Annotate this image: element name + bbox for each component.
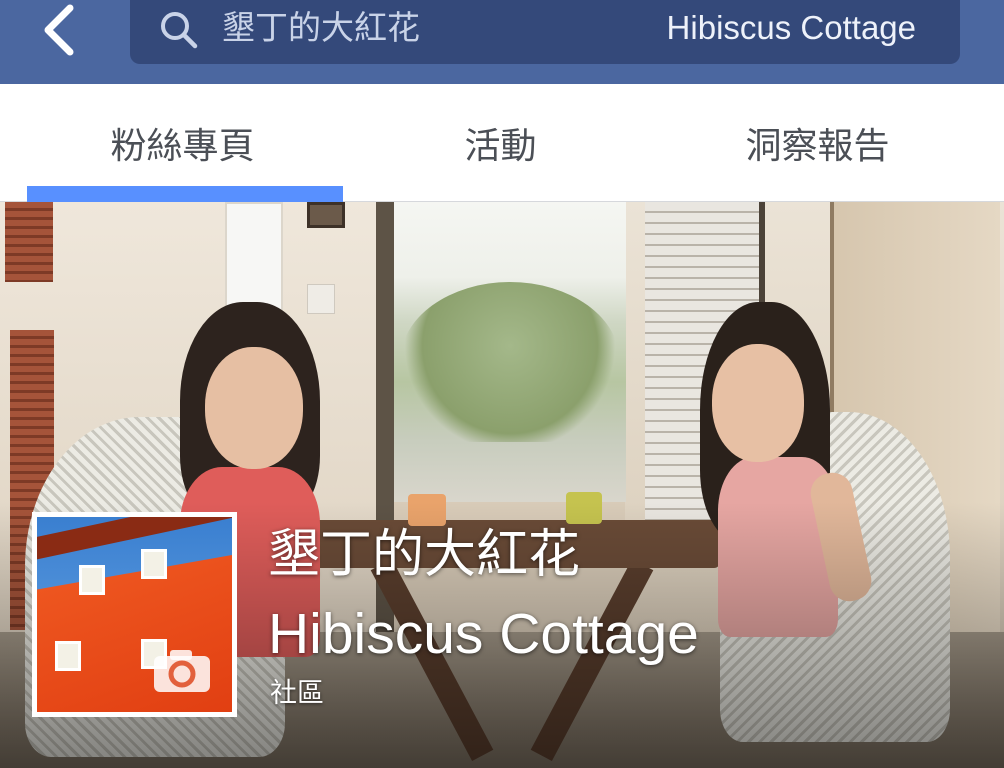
page-tabs: 粉絲專頁 活動 洞察報告 — [0, 84, 1004, 202]
cover-wall-frame — [307, 202, 345, 228]
back-button[interactable] — [28, 0, 88, 60]
cover-garden-bush — [400, 282, 620, 442]
search-icon — [161, 12, 198, 49]
search-bar[interactable]: 墾丁的大紅花 Hibiscus Cottage — [130, 0, 960, 64]
page-name-english: Hibiscus Cottage — [268, 602, 699, 666]
tab-events[interactable]: 活動 — [333, 84, 668, 202]
search-page-title-chinese: 墾丁的大紅花 — [222, 8, 420, 47]
top-navigation-bar: 墾丁的大紅花 Hibiscus Cottage — [0, 0, 1004, 84]
profile-window — [79, 565, 105, 595]
cover-girl-right-face — [712, 344, 804, 462]
profile-window — [55, 641, 81, 671]
cover-shutter-top — [5, 202, 53, 282]
page-category: 社區 — [270, 678, 324, 709]
tab-page[interactable]: 粉絲專頁 — [15, 84, 350, 202]
cover-light-switch — [307, 284, 335, 314]
tab-insights[interactable]: 洞察報告 — [650, 84, 985, 202]
chevron-left-icon — [44, 4, 74, 56]
page-name-chinese: 墾丁的大紅花 — [268, 525, 581, 585]
profile-window — [141, 549, 167, 579]
active-tab-indicator — [27, 186, 343, 202]
cover-girl-left-face — [205, 347, 303, 469]
camera-icon[interactable] — [152, 648, 212, 694]
search-page-title-english: Hibiscus Cottage — [666, 9, 916, 46]
